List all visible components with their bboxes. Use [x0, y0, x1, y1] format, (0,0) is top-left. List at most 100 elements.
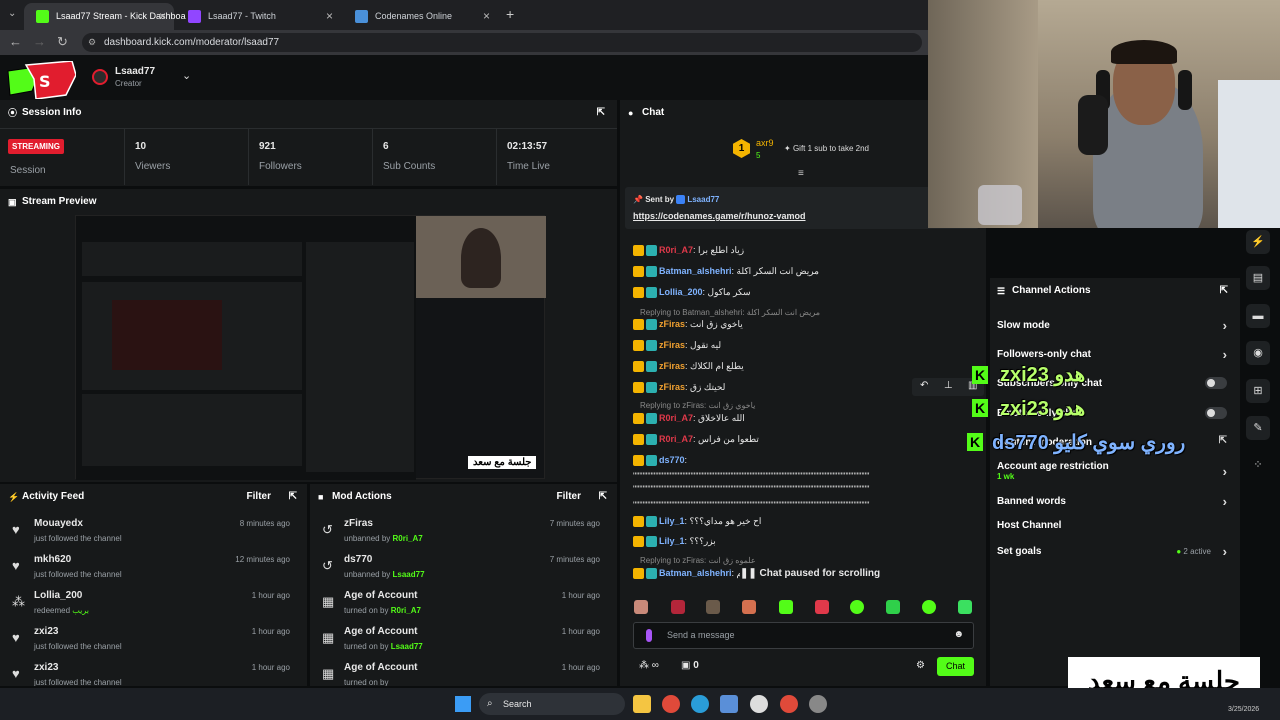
- taskbar-search[interactable]: ⌕ Search: [479, 693, 625, 715]
- chat-username[interactable]: R0ri_A7: [659, 413, 693, 423]
- emote-icon[interactable]: [922, 600, 936, 614]
- sliders-icon: ☰: [997, 286, 1006, 296]
- obs-icon[interactable]: [750, 695, 768, 713]
- emote-icon[interactable]: [671, 600, 685, 614]
- chat-username[interactable]: zFiras: [659, 361, 685, 371]
- account-age-row[interactable]: Account age restriction › 1 wk: [997, 461, 1227, 481]
- filter-button[interactable]: Filter: [247, 484, 271, 510]
- stream-video[interactable]: جلسة مع سعد: [75, 215, 546, 480]
- emote-icon[interactable]: [634, 600, 648, 614]
- emote-icon[interactable]: [815, 600, 829, 614]
- svg-text:S: S: [39, 72, 51, 91]
- close-tab-icon[interactable]: ×: [483, 3, 490, 30]
- url-text: dashboard.kick.com/moderator/lsaad77: [104, 37, 280, 48]
- chat-username[interactable]: Batman_alshehri: [659, 266, 732, 276]
- popout-icon[interactable]: ⇱: [599, 484, 607, 510]
- close-tab-icon[interactable]: ×: [326, 3, 333, 30]
- app-icon[interactable]: [809, 695, 827, 713]
- pinned-link[interactable]: https://codenames.game/r/hunoz-vamod: [633, 211, 806, 221]
- send-chat-button[interactable]: Chat: [937, 657, 974, 676]
- new-tab-button[interactable]: +: [506, 6, 514, 22]
- apps-icon[interactable]: ⁘: [1246, 453, 1270, 477]
- emote-icon[interactable]: [958, 600, 972, 614]
- emote-icon[interactable]: [779, 600, 793, 614]
- store-icon[interactable]: [720, 695, 738, 713]
- chrome-icon[interactable]: [780, 695, 798, 713]
- followers-only-row[interactable]: Followers-only chat ›: [997, 347, 1227, 362]
- chat-username[interactable]: zFiras: [659, 319, 685, 329]
- chat-username[interactable]: zFiras: [659, 340, 685, 350]
- chevron-down-icon[interactable]: ⌄: [182, 69, 191, 82]
- microphone-icon[interactable]: [646, 629, 652, 642]
- chat-username[interactable]: Lily_1: [659, 536, 685, 546]
- emote-icon[interactable]: [706, 600, 720, 614]
- chat-message: Lollia_200: سكر ماكول: [633, 287, 751, 299]
- tab-list-icon[interactable]: ⌄: [8, 8, 16, 19]
- site-info-icon[interactable]: ⚙: [88, 33, 96, 52]
- back-icon[interactable]: ←: [9, 34, 22, 49]
- forward-icon[interactable]: →: [33, 34, 46, 49]
- banned-words-row[interactable]: Banned words ›: [997, 494, 1227, 509]
- thumb-panel: [82, 242, 302, 276]
- list-item: ↺ ds770 unbanned by Lsaad77 7 minutes ago: [310, 550, 610, 586]
- chat-input[interactable]: Send a message ☻: [633, 622, 974, 649]
- chat-paused-banner[interactable]: ❚❚ Chat paused for scrolling: [740, 568, 881, 579]
- item-sub: just followed the channel: [34, 642, 122, 651]
- popout-icon[interactable]: ⇱: [289, 484, 297, 510]
- channel-points[interactable]: ⁂ ∞: [639, 660, 659, 671]
- reply-icon[interactable]: ↶: [920, 380, 928, 391]
- pin-icon[interactable]: ⊥: [944, 380, 953, 391]
- broadcast-icon[interactable]: ◉: [1246, 341, 1270, 365]
- host-channel-row[interactable]: Host Channel: [997, 520, 1227, 531]
- url-input[interactable]: ⚙ dashboard.kick.com/moderator/lsaad77: [82, 33, 922, 52]
- chat-username[interactable]: R0ri_A7: [659, 434, 693, 444]
- gift-counter[interactable]: ▣ 0: [681, 660, 699, 671]
- mod-actions-panel: ■ Mod Actions Filter ⇱ ↺ zFiras unbanned b…: [310, 484, 617, 686]
- kick-icon: K: [967, 433, 983, 451]
- chat-username[interactable]: Lily_1: [659, 516, 685, 526]
- session-stats: STREAMING Session 10 Viewers 921 Followers…: [0, 128, 617, 185]
- item-sub: unbanned by Lsaad77: [344, 570, 425, 579]
- clipboard-icon[interactable]: ▤: [1246, 266, 1270, 290]
- gift-prompt[interactable]: ✦ Gift 1 sub to take 2nd: [784, 144, 869, 153]
- emote-icon[interactable]: [742, 600, 756, 614]
- tab-twitch[interactable]: Lsaad77 - Twitch ×: [176, 3, 341, 30]
- taskbar: ⌕ Search 3/25/2026: [0, 688, 1280, 720]
- person-silhouette: [461, 228, 501, 288]
- chat-settings-icon[interactable]: ⚙: [916, 660, 925, 671]
- chat-username[interactable]: ds770: [659, 455, 685, 465]
- chat-username[interactable]: zFiras: [659, 382, 685, 392]
- lightning-icon[interactable]: ⚡: [1246, 230, 1270, 254]
- popout-icon[interactable]: ⇱: [1220, 278, 1228, 304]
- set-goals-row[interactable]: Set goals ● 2 active ›: [997, 544, 1227, 559]
- filter-button[interactable]: Filter: [557, 484, 581, 510]
- emote-icon[interactable]: [886, 600, 900, 614]
- collapse-icon[interactable]: ≡: [798, 168, 804, 179]
- emotes-only-toggle[interactable]: [1205, 407, 1227, 419]
- points-icon: ⁂: [12, 594, 25, 609]
- emote-icon[interactable]: [850, 600, 864, 614]
- tab-kick-dashboard[interactable]: Lsaad77 Stream - Kick Dashboa ×: [24, 3, 186, 30]
- chrome-icon[interactable]: [662, 695, 680, 713]
- thumb-panel: [82, 394, 302, 466]
- tab-codenames[interactable]: Codenames Online ×: [343, 3, 498, 30]
- subscribers-only-toggle[interactable]: [1205, 377, 1227, 389]
- emoji-icon[interactable]: ☻: [953, 629, 964, 640]
- chat-username[interactable]: Batman_alshehri: [659, 568, 732, 578]
- slow-mode-row[interactable]: Slow mode ›: [997, 318, 1227, 333]
- popout-icon[interactable]: ⇱: [597, 100, 605, 126]
- crown-badge-icon: [633, 287, 644, 299]
- twitch-favicon-icon: [188, 10, 201, 23]
- chat-username[interactable]: Lollia_200: [659, 287, 703, 297]
- windows-start-icon[interactable]: [455, 696, 471, 712]
- chat-username[interactable]: R0ri_A7: [659, 245, 693, 255]
- top-gifter-name[interactable]: axr9: [756, 138, 774, 148]
- reload-icon[interactable]: ↻: [57, 34, 68, 50]
- edge-icon[interactable]: [691, 695, 709, 713]
- close-tab-icon[interactable]: ×: [159, 3, 166, 30]
- avatar[interactable]: [92, 69, 108, 85]
- wrench-icon[interactable]: ✎: [1246, 416, 1270, 440]
- users-icon[interactable]: ⊞: [1246, 379, 1270, 403]
- file-explorer-icon[interactable]: [633, 695, 651, 713]
- chat-icon[interactable]: ▬: [1246, 304, 1270, 328]
